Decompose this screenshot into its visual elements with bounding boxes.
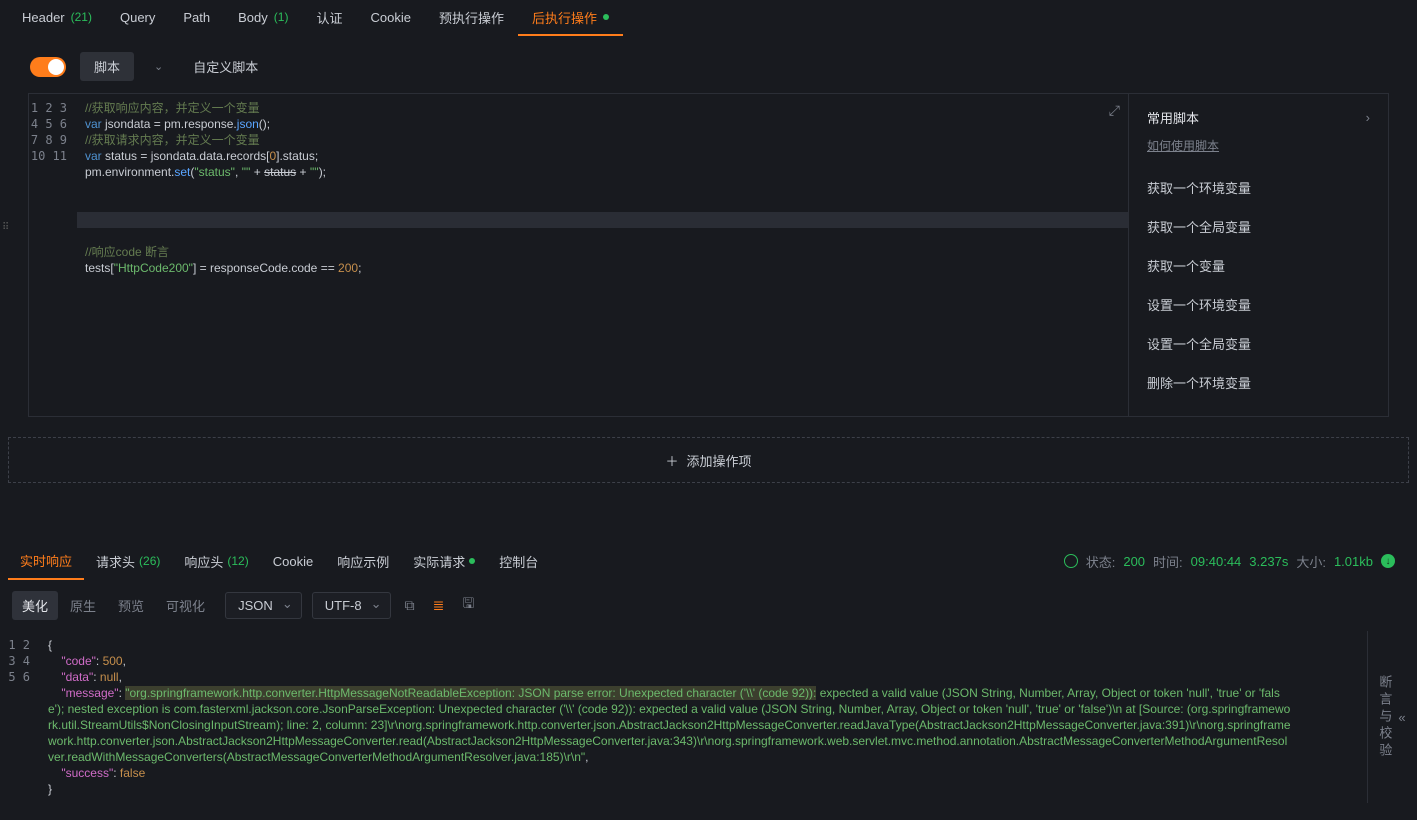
resp-tab-请求头[interactable]: 请求头 (26): [84, 544, 172, 579]
view-原生[interactable]: 原生: [60, 591, 106, 620]
snippets-title: 常用脚本: [1147, 108, 1199, 127]
response-code[interactable]: { "code": 500, "data": null, "message": …: [40, 631, 1300, 803]
view-预览[interactable]: 预览: [108, 591, 154, 620]
snippet-item[interactable]: 获取一个环境变量: [1147, 168, 1370, 207]
snippet-item[interactable]: 设置一个环境变量: [1147, 285, 1370, 324]
resp-tab-实时响应[interactable]: 实时响应: [8, 543, 84, 580]
resp-tab-响应示例[interactable]: 响应示例: [325, 544, 401, 579]
time-label: 时间:: [1153, 552, 1183, 571]
status-duration: 3.237s: [1249, 554, 1288, 569]
add-action-label: 添加操作项: [687, 451, 752, 470]
response-tabs: 实时响应请求头 (26)响应头 (12)Cookie响应示例实际请求控制台: [8, 543, 550, 580]
status-size: 1.01kb: [1334, 554, 1373, 569]
assertion-panel-toggle[interactable]: « 断言与校验: [1367, 631, 1417, 803]
tab-后执行操作[interactable]: 后执行操作: [518, 0, 623, 36]
chevron-right-icon[interactable]: ›: [1366, 110, 1370, 125]
globe-icon: [1064, 554, 1078, 568]
snippets-help-link[interactable]: 如何使用脚本: [1147, 137, 1370, 154]
response-gutter: 1 2 3 4 5 6: [0, 631, 40, 803]
script-type-pill[interactable]: 脚本: [80, 52, 134, 81]
snippet-item[interactable]: 获取一个变量: [1147, 246, 1370, 285]
status-time: 09:40:44: [1191, 554, 1242, 569]
request-tabs: Header (21)QueryPathBody (1)认证Cookie预执行操…: [0, 0, 1417, 36]
script-title: 自定义脚本: [193, 57, 258, 76]
snippet-item[interactable]: 删除一个环境变量: [1147, 363, 1370, 402]
snippet-item[interactable]: 获取一个全局变量: [1147, 207, 1370, 246]
add-action-button[interactable]: ＋ 添加操作项: [8, 437, 1409, 483]
snippets-panel: 常用脚本 › 如何使用脚本 获取一个环境变量获取一个全局变量获取一个变量设置一个环…: [1128, 94, 1388, 416]
tab-Path[interactable]: Path: [169, 0, 224, 36]
view-美化[interactable]: 美化: [12, 591, 58, 620]
tab-Cookie[interactable]: Cookie: [356, 0, 424, 36]
editor-gutter: 1 2 3 4 5 6 7 8 9 10 11: [29, 94, 77, 416]
resp-tab-响应头[interactable]: 响应头 (12): [172, 544, 260, 579]
encoding-select[interactable]: UTF-8: [312, 592, 391, 619]
view-可视化[interactable]: 可视化: [156, 591, 215, 620]
assertion-panel-label: 断言与校验: [1375, 675, 1394, 760]
format-select[interactable]: JSON: [225, 592, 302, 619]
response-toolbar: 美化原生预览可视化 JSON UTF-8 ⧉ ≣ 🖫: [0, 579, 1417, 631]
status-code: 200: [1123, 554, 1145, 569]
tab-预执行操作[interactable]: 预执行操作: [425, 0, 518, 36]
size-label: 大小:: [1296, 552, 1326, 571]
tab-Header[interactable]: Header (21): [8, 0, 106, 36]
resp-tab-实际请求[interactable]: 实际请求: [401, 544, 487, 579]
expand-icon[interactable]: ⤢: [1109, 102, 1120, 119]
response-status: 状态: 200 时间: 09:40:44 3.237s 大小: 1.01kb ↓: [1064, 552, 1409, 571]
response-section: 实时响应请求头 (26)响应头 (12)Cookie响应示例实际请求控制台 状态…: [0, 543, 1417, 803]
tab-Body[interactable]: Body (1): [224, 0, 302, 36]
save-icon[interactable]: 🖫: [458, 589, 478, 621]
plus-icon: ＋: [665, 451, 678, 470]
editor-code[interactable]: //获取响应内容，并定义一个变量var jsondata = pm.respon…: [77, 94, 1128, 416]
chevron-down-icon[interactable]: ⌄: [148, 60, 169, 73]
download-icon[interactable]: ↓: [1381, 554, 1395, 568]
snippet-item[interactable]: 设置一个全局变量: [1147, 324, 1370, 363]
script-editor: 1 2 3 4 5 6 7 8 9 10 11 //获取响应内容，并定义一个变量…: [28, 93, 1389, 417]
drag-handle-icon[interactable]: ⠿: [2, 222, 6, 233]
script-toggle[interactable]: [30, 57, 66, 77]
wrap-icon[interactable]: ≣: [429, 593, 449, 618]
copy-icon[interactable]: ⧉: [401, 593, 419, 618]
resp-tab-控制台[interactable]: 控制台: [487, 544, 550, 579]
tab-认证[interactable]: 认证: [302, 0, 356, 36]
script-toolbar: 脚本 ⌄ 自定义脚本: [0, 36, 1417, 93]
tab-Query[interactable]: Query: [106, 0, 169, 36]
resp-tab-Cookie[interactable]: Cookie: [261, 546, 325, 577]
status-label: 状态:: [1086, 552, 1116, 571]
